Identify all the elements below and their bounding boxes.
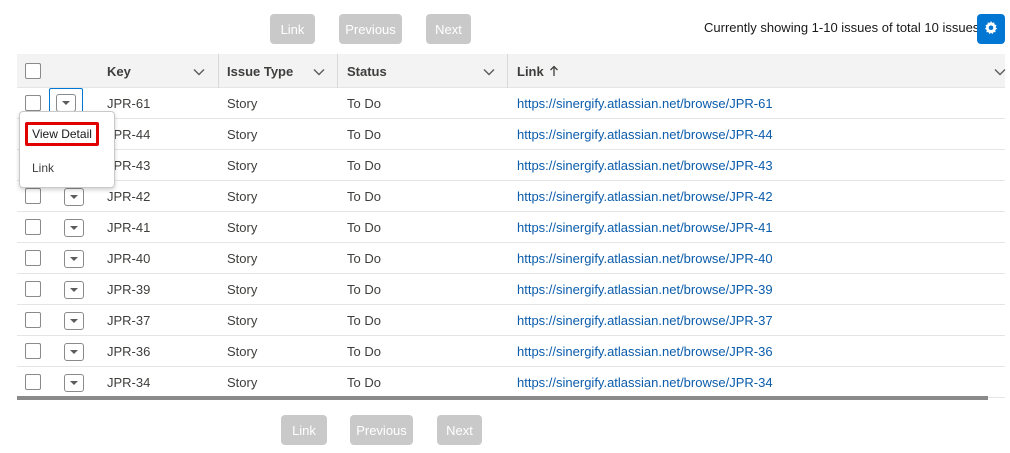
cell-link[interactable]: https://sinergify.atlassian.net/browse/J… xyxy=(517,305,773,335)
row-checkbox[interactable] xyxy=(25,250,41,266)
view-detail-menu-item[interactable]: View Detail xyxy=(25,122,99,146)
link-button-top[interactable]: Link xyxy=(270,14,315,44)
link-menu-item[interactable]: Link xyxy=(32,161,54,175)
cell-link[interactable]: https://sinergify.atlassian.net/browse/J… xyxy=(517,336,773,366)
row-checkbox[interactable] xyxy=(25,374,41,390)
link-button-bottom[interactable]: Link xyxy=(281,415,327,445)
column-header-key[interactable]: Key xyxy=(107,54,131,88)
cell-status: To Do xyxy=(347,312,381,328)
row-checkbox[interactable] xyxy=(25,95,41,111)
row-action-button[interactable] xyxy=(64,188,84,206)
table-row: JPR-40 Story To Do https://sinergify.atl… xyxy=(17,243,1005,274)
select-all-checkbox[interactable] xyxy=(25,63,41,79)
chevron-down-icon xyxy=(65,281,83,299)
table-header: Key Issue Type Status Link xyxy=(17,54,1006,88)
table-row: JPR-42 Story To Do https://sinergify.atl… xyxy=(17,181,1005,212)
cell-link[interactable]: https://sinergify.atlassian.net/browse/J… xyxy=(517,274,773,304)
cell-status: To Do xyxy=(347,343,381,359)
chevron-down-icon xyxy=(65,250,83,268)
column-header-link[interactable]: Link xyxy=(517,54,559,88)
gear-icon xyxy=(984,20,998,38)
cell-status: To Do xyxy=(347,126,381,142)
previous-button-top[interactable]: Previous xyxy=(339,14,402,44)
status-text: Currently showing 1-10 issues of total 1… xyxy=(704,20,980,35)
issues-table: Key Issue Type Status Link JPR-61 Story … xyxy=(17,54,1006,398)
cell-issue-type: Story xyxy=(227,126,258,142)
cell-issue-type: Story xyxy=(227,343,258,359)
settings-button[interactable] xyxy=(977,14,1005,44)
row-checkbox[interactable] xyxy=(25,343,41,359)
row-checkbox[interactable] xyxy=(25,312,41,328)
cell-link[interactable]: https://sinergify.atlassian.net/browse/J… xyxy=(517,367,773,397)
table-row: JPR-37 Story To Do https://sinergify.atl… xyxy=(17,305,1005,336)
cell-key: JPR-40 xyxy=(107,250,151,266)
chevron-down-icon[interactable] xyxy=(994,65,1006,79)
cell-status: To Do xyxy=(347,157,381,173)
chevron-down-icon xyxy=(65,188,83,206)
cell-link[interactable]: https://sinergify.atlassian.net/browse/J… xyxy=(517,181,773,211)
cell-link[interactable]: https://sinergify.atlassian.net/browse/J… xyxy=(517,150,773,180)
cell-key: JPR-37 xyxy=(107,312,151,328)
chevron-down-icon[interactable] xyxy=(192,65,206,79)
next-button-bottom[interactable]: Next xyxy=(437,415,482,445)
cell-link[interactable]: https://sinergify.atlassian.net/browse/J… xyxy=(517,88,773,118)
cell-issue-type: Story xyxy=(227,374,258,390)
cell-status: To Do xyxy=(347,374,381,390)
cell-issue-type: Story xyxy=(227,250,258,266)
cell-issue-type: Story xyxy=(227,312,258,328)
row-action-button[interactable] xyxy=(64,250,84,268)
table-row: JPR-44 Story To Do https://sinergify.atl… xyxy=(17,119,1005,150)
cell-status: To Do xyxy=(347,281,381,297)
cell-key: JPR-39 xyxy=(107,281,151,297)
cell-status: To Do xyxy=(347,219,381,235)
cell-status: To Do xyxy=(347,188,381,204)
table-body: JPR-61 Story To Do https://sinergify.atl… xyxy=(17,88,1005,398)
arrow-up-icon xyxy=(549,65,558,76)
table-row: JPR-36 Story To Do https://sinergify.atl… xyxy=(17,336,1005,367)
cell-issue-type: Story xyxy=(227,188,258,204)
cell-status: To Do xyxy=(347,250,381,266)
cell-issue-type: Story xyxy=(227,281,258,297)
row-action-button[interactable] xyxy=(64,281,84,299)
column-header-issue-type[interactable]: Issue Type xyxy=(227,54,293,88)
cell-key: JPR-36 xyxy=(107,343,151,359)
row-action-button[interactable] xyxy=(64,374,84,392)
horizontal-scrollbar[interactable] xyxy=(17,396,988,400)
row-checkbox[interactable] xyxy=(25,219,41,235)
previous-button-bottom[interactable]: Previous xyxy=(350,415,413,445)
next-button-top[interactable]: Next xyxy=(426,14,471,44)
cell-link[interactable]: https://sinergify.atlassian.net/browse/J… xyxy=(517,243,773,273)
row-checkbox[interactable] xyxy=(25,281,41,297)
cell-key: JPR-41 xyxy=(107,219,151,235)
table-row: JPR-61 Story To Do https://sinergify.atl… xyxy=(17,88,1005,119)
row-checkbox[interactable] xyxy=(25,188,41,204)
chevron-down-icon xyxy=(65,343,83,361)
cell-issue-type: Story xyxy=(227,157,258,173)
row-action-button[interactable] xyxy=(64,219,84,237)
cell-link[interactable]: https://sinergify.atlassian.net/browse/J… xyxy=(517,212,773,242)
row-action-button[interactable] xyxy=(64,343,84,361)
chevron-down-icon xyxy=(56,94,76,112)
cell-key: JPR-34 xyxy=(107,374,151,390)
chevron-down-icon[interactable] xyxy=(482,65,496,79)
chevron-down-icon xyxy=(65,374,83,392)
chevron-down-icon xyxy=(65,219,83,237)
chevron-down-icon xyxy=(65,312,83,330)
cell-issue-type: Story xyxy=(227,95,258,111)
cell-issue-type: Story xyxy=(227,219,258,235)
cell-status: To Do xyxy=(347,95,381,111)
chevron-down-icon[interactable] xyxy=(312,65,326,79)
row-actions-menu: View Detail Link xyxy=(19,111,115,188)
table-row: JPR-39 Story To Do https://sinergify.atl… xyxy=(17,274,1005,305)
table-row: JPR-41 Story To Do https://sinergify.atl… xyxy=(17,212,1005,243)
table-row: JPR-43 Story To Do https://sinergify.atl… xyxy=(17,150,1005,181)
table-row: JPR-34 Story To Do https://sinergify.atl… xyxy=(17,367,1005,398)
row-action-button[interactable] xyxy=(64,312,84,330)
column-header-status[interactable]: Status xyxy=(347,54,387,88)
cell-link[interactable]: https://sinergify.atlassian.net/browse/J… xyxy=(517,119,773,149)
